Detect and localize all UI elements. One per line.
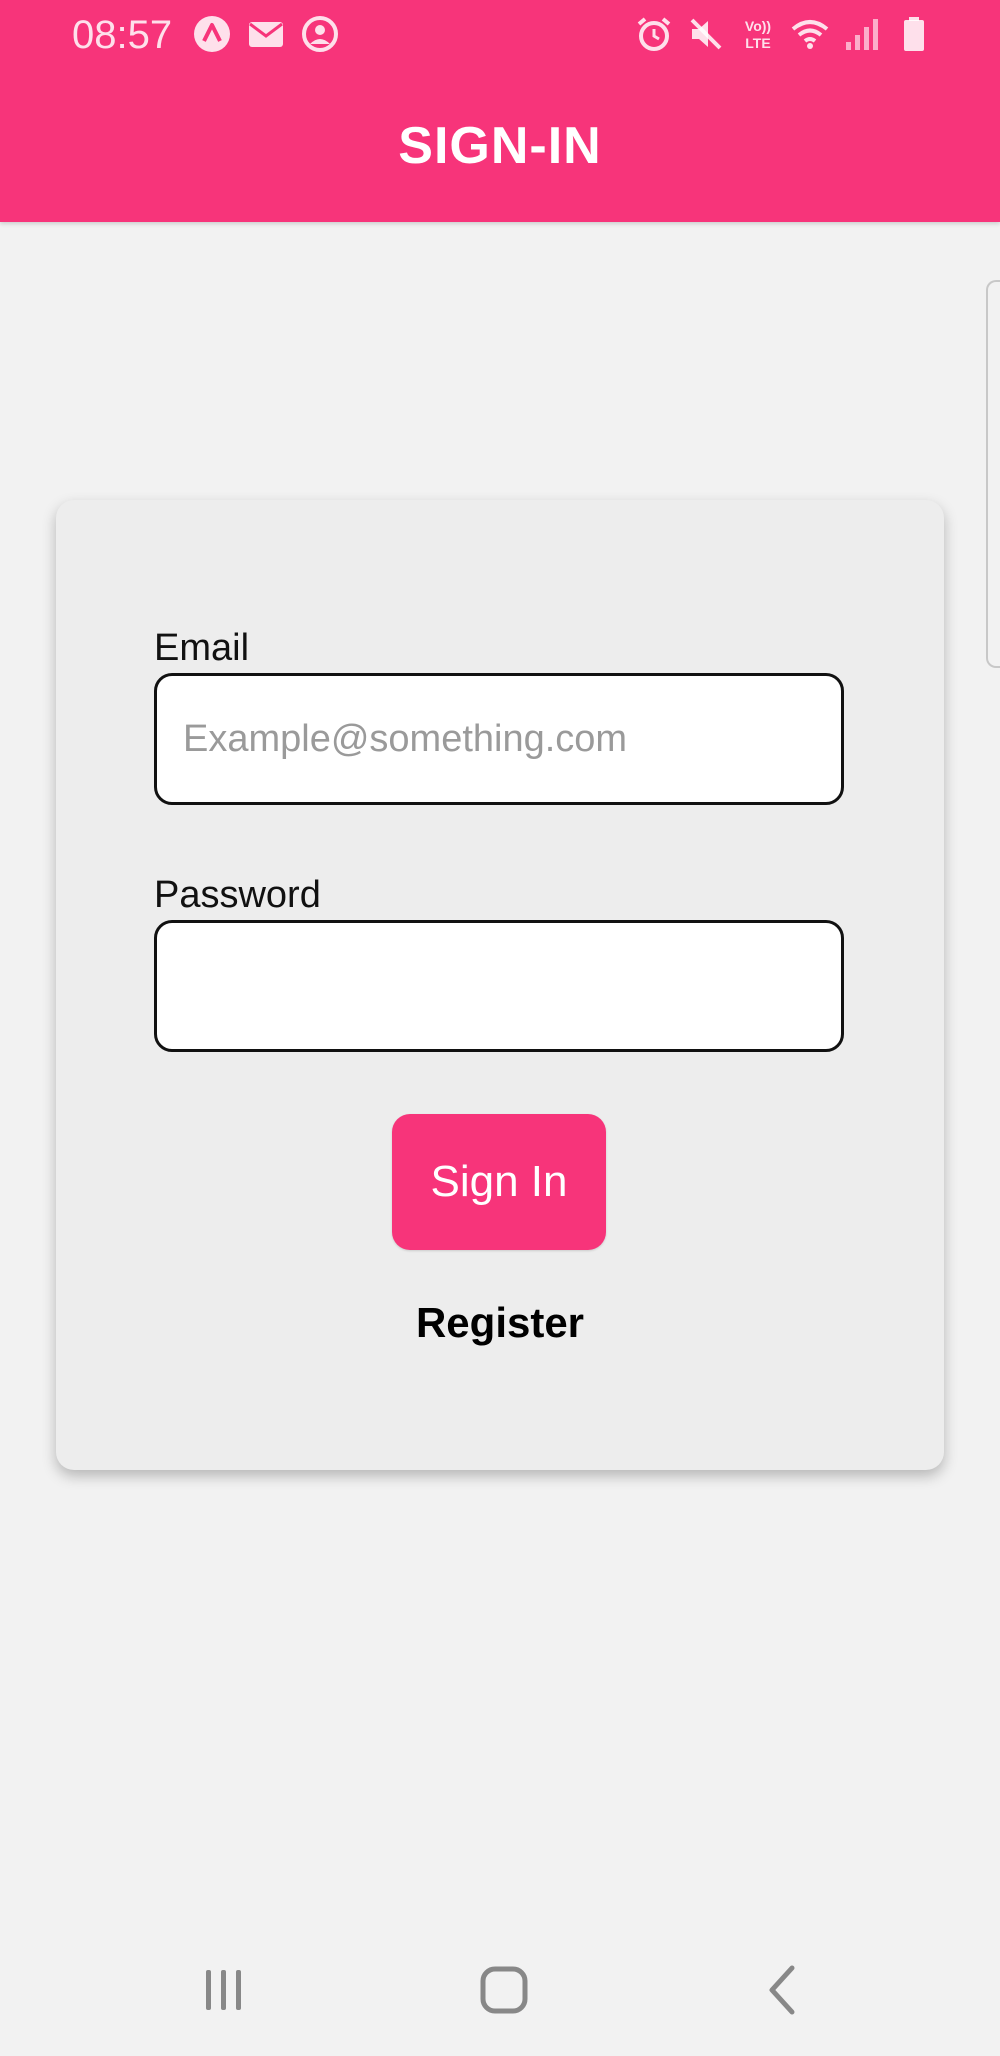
password-input[interactable] xyxy=(154,920,844,1052)
password-label: Password xyxy=(154,874,321,916)
volte-label-bottom: LTE xyxy=(745,35,770,51)
volte-label-top: Vo)) xyxy=(745,18,771,34)
page-title: SIGN-IN xyxy=(398,117,602,175)
signin-card: Email Password Sign In Register xyxy=(56,500,944,1470)
status-time: 08:57 xyxy=(72,13,173,57)
app-notification-icon xyxy=(194,16,230,52)
email-label: Email xyxy=(154,627,250,669)
alarm-icon xyxy=(637,17,671,51)
system-nav-bar xyxy=(0,1930,1000,2056)
back-icon[interactable] xyxy=(754,1960,814,2020)
status-right-icons: Vo)) LTE xyxy=(634,14,934,54)
status-bar: 08:57 Vo)) LTE xyxy=(0,0,1000,70)
account-circle-icon xyxy=(302,16,338,52)
app-bar: 08:57 Vo)) LTE SIGN-IN xyxy=(0,0,1000,222)
wifi-icon xyxy=(791,20,829,49)
mail-icon xyxy=(249,22,283,47)
volte-icon: Vo)) LTE xyxy=(745,18,771,51)
mute-icon xyxy=(690,18,722,50)
edge-panel-handle[interactable] xyxy=(986,280,1000,668)
home-icon[interactable] xyxy=(474,1960,534,2020)
register-link[interactable]: Register xyxy=(56,1298,944,1348)
battery-icon xyxy=(904,17,924,51)
status-left-icons xyxy=(192,14,340,54)
signal-icon xyxy=(846,19,878,50)
email-input[interactable] xyxy=(154,673,844,805)
sign-in-button[interactable]: Sign In xyxy=(392,1114,606,1250)
recent-apps-icon[interactable] xyxy=(194,1960,254,2020)
